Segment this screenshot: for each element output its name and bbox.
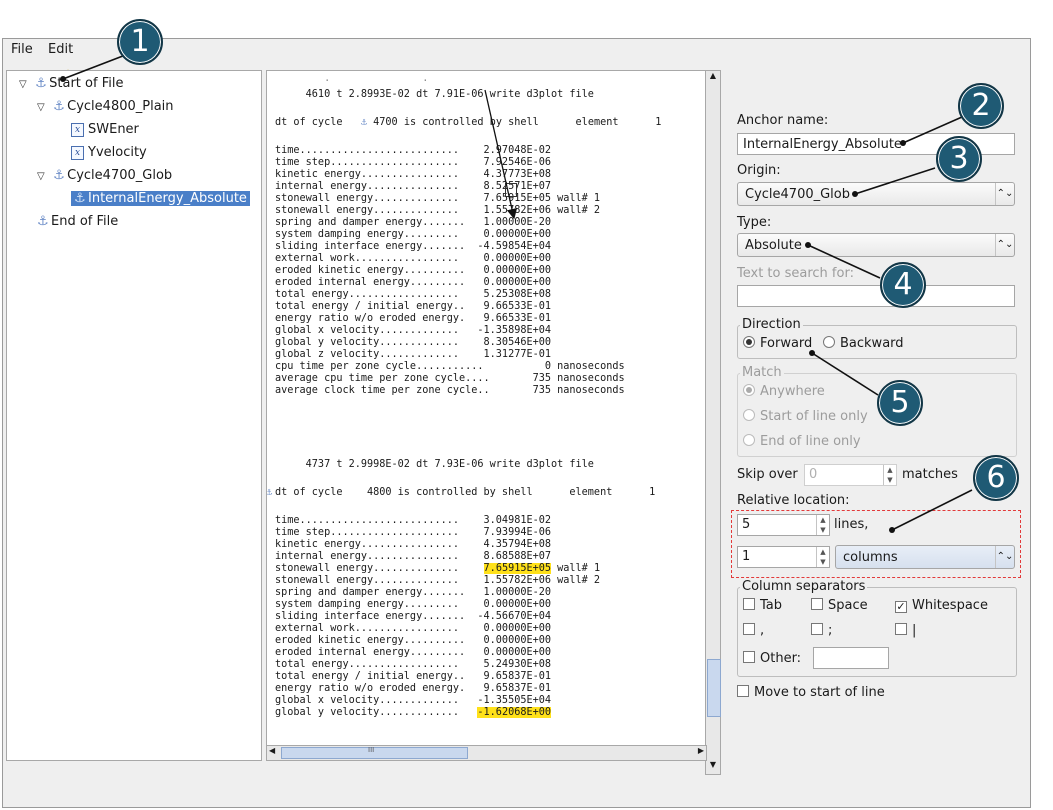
callout-5: 5 bbox=[877, 380, 923, 426]
arrow-to-log bbox=[484, 89, 518, 220]
callout-6: 6 bbox=[973, 455, 1019, 501]
callout-1-leader bbox=[62, 53, 129, 80]
callout-6-leader bbox=[891, 489, 973, 531]
callout-3: 3 bbox=[936, 136, 982, 182]
callout-4: 4 bbox=[880, 262, 926, 308]
callout-1: 1 bbox=[117, 19, 163, 65]
callout-4-leader bbox=[807, 244, 881, 279]
callout-5-leader bbox=[811, 352, 879, 396]
callout-3-leader bbox=[854, 167, 936, 195]
callout-2: 2 bbox=[958, 83, 1004, 129]
